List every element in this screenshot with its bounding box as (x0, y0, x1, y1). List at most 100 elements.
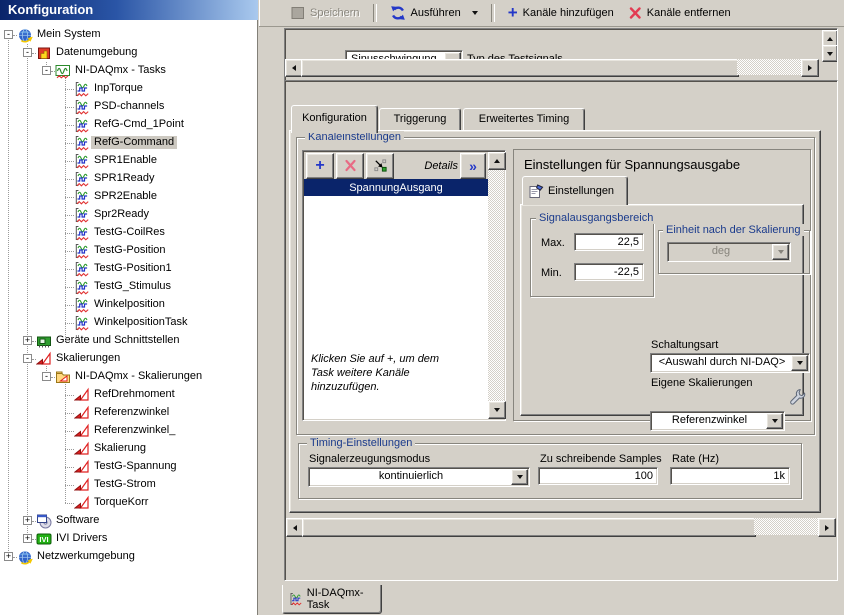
delete-channel-button[interactable] (336, 152, 364, 179)
rate-field[interactable]: 1k (670, 467, 790, 485)
devices-icon (36, 333, 52, 349)
tree-item-label: TestG_Stimulus (94, 280, 172, 292)
combobox-dropdown-button[interactable] (511, 469, 528, 485)
tree-item-mein-system[interactable]: - Mein System (0, 26, 257, 44)
tree-item-refdrehmoment[interactable]: RefDrehmoment (0, 386, 257, 404)
expand-toggle-minus-icon[interactable]: - (23, 48, 32, 57)
remove-channels-button[interactable]: Kanäle entfernen (623, 4, 736, 22)
delete-channel-x-icon (344, 159, 356, 172)
samples-label: Zu schreibende Samples (540, 453, 662, 465)
expand-toggle-plus-icon[interactable]: + (23, 336, 32, 345)
channel-row-selected[interactable]: SpannungAusgang (304, 179, 488, 196)
tree-item-testg-stimulus[interactable]: TestG_Stimulus (0, 278, 257, 296)
min-value-field[interactable]: -22,5 (574, 263, 644, 281)
expand-toggle-plus-icon[interactable]: + (23, 534, 32, 543)
tree-item-spr1ready[interactable]: SPR1Ready (0, 170, 257, 188)
tree-item-refg-command[interactable]: RefG-Command (0, 134, 257, 152)
tree-item-testg-strom[interactable]: TestG-Strom (0, 476, 257, 494)
tree-connector (65, 287, 74, 288)
tree-connector (65, 161, 74, 162)
preview-hscrollbar[interactable] (285, 59, 819, 77)
tree-connector (65, 251, 74, 252)
tree-item-inptorque[interactable]: InpTorque (0, 80, 257, 98)
scaled-unit-combobox[interactable]: deg (667, 242, 791, 262)
channel-name: SpannungAusgang (349, 181, 443, 194)
details-expand-button[interactable]: » (460, 152, 486, 179)
tree-item-winkelposition[interactable]: Winkelposition (0, 296, 257, 314)
add-channel-plus-icon: + (315, 156, 325, 174)
tree-item-ni-daqmx-tasks[interactable]: - NI-DAQmx - Tasks (0, 62, 257, 80)
wiring-combobox[interactable]: <Auswahl durch NI-DAQ> (650, 353, 810, 373)
preview-vscrollbar[interactable] (822, 30, 837, 62)
tree-item-winkelpositiontask[interactable]: WinkelpositionTask (0, 314, 257, 332)
expand-toggle-minus-icon[interactable]: - (42, 372, 51, 381)
tab-einstellungen[interactable]: Einstellungen (522, 176, 628, 205)
tree-item-label: RefDrehmoment (94, 388, 175, 400)
scroll-right-button[interactable] (818, 518, 836, 537)
tree-item-psd-channels[interactable]: PSD-channels (0, 98, 257, 116)
tree-item-referenzwinkel[interactable]: Referenzwinkel_ (0, 422, 257, 440)
custom-scale-combobox[interactable]: Referenzwinkel (650, 411, 785, 431)
main-toolbar: Speichern Ausführen + Kanäle hinzufügen (259, 0, 844, 27)
tree-item-testg-position[interactable]: TestG-Position (0, 242, 257, 260)
tab-konfiguration[interactable]: Konfiguration (291, 105, 378, 133)
scrollbar-thumb[interactable] (302, 518, 756, 537)
tree-item-torquekorr[interactable]: TorqueKorr (0, 494, 257, 512)
expand-toggle-plus-icon[interactable]: + (23, 516, 32, 525)
channel-list-vscrollbar[interactable] (488, 152, 506, 419)
config-hscrollbar[interactable] (286, 518, 836, 537)
edit-scale-button[interactable] (787, 387, 807, 410)
tree-item-software[interactable]: + Software (0, 512, 257, 530)
expand-toggle-minus-icon[interactable]: - (4, 30, 13, 39)
reorder-channels-button[interactable] (366, 152, 394, 179)
tree-item-testg-position1[interactable]: TestG-Position1 (0, 260, 257, 278)
tree-item-testg-spannung[interactable]: TestG-Spannung (0, 458, 257, 476)
save-button[interactable]: Speichern (286, 4, 365, 22)
tree-item-refg-cmd-1point[interactable]: RefG-Cmd_1Point (0, 116, 257, 134)
scrollbar-track[interactable] (737, 59, 801, 75)
tree-item-geräte-und-schnittstellen[interactable]: + Geräte und Schnittstellen (0, 332, 257, 350)
generation-mode-combobox[interactable]: kontinuierlich (308, 467, 530, 487)
channel-list-body[interactable]: Klicken Sie auf +, um dem Task weitere K… (304, 196, 488, 419)
tree-item-spr2enable[interactable]: SPR2Enable (0, 188, 257, 206)
scroll-up-button[interactable] (488, 152, 506, 170)
tree-item-testg-coilres[interactable]: TestG-CoilRes (0, 224, 257, 242)
task-icon (74, 243, 90, 259)
scrollbar-track[interactable] (754, 518, 818, 535)
tab-triggerung[interactable]: Triggerung (379, 108, 461, 132)
expand-toggle-minus-icon[interactable]: - (42, 66, 51, 75)
tree-item-datenumgebung[interactable]: - Datenumgebung (0, 44, 257, 62)
tree-item-referenzwinkel[interactable]: Referenzwinkel (0, 404, 257, 422)
tree-connector (65, 431, 74, 432)
scroll-down-button[interactable] (822, 45, 837, 62)
tree-item-spr1enable[interactable]: SPR1Enable (0, 152, 257, 170)
combobox-dropdown-button[interactable] (791, 355, 808, 371)
timing-group-label: Timing-Einstellungen (307, 437, 416, 449)
combobox-dropdown-button[interactable] (772, 244, 789, 260)
add-channels-button[interactable]: + Kanäle hinzufügen (503, 4, 619, 21)
tree-item-netzwerkumgebung[interactable]: + Netzwerkumgebung (0, 548, 257, 566)
scroll-down-button[interactable] (488, 401, 506, 419)
run-button[interactable]: Ausführen (385, 3, 483, 23)
bottom-tab-label: NI-DAQmx-Task (306, 587, 364, 611)
tree-item-spr2ready[interactable]: Spr2Ready (0, 206, 257, 224)
scrollbar-thumb[interactable] (301, 59, 739, 77)
expand-toggle-plus-icon[interactable]: + (4, 552, 13, 561)
expand-toggle-minus-icon[interactable]: - (23, 354, 32, 363)
add-channel-button[interactable]: + (306, 152, 334, 179)
tab-erweitertes-timing[interactable]: Erweitertes Timing (463, 108, 585, 132)
tree-item-ni-daqmx-skalierungen[interactable]: - NI-DAQmx - Skalierungen (0, 368, 257, 386)
channel-list-hint: Klicken Sie auf +, um dem Task weitere K… (311, 353, 440, 393)
combobox-dropdown-button[interactable] (766, 413, 783, 429)
arrow-down-icon (827, 51, 833, 56)
run-dropdown-arrow-icon[interactable] (471, 11, 478, 15)
tree-item-ivi-drivers[interactable]: + IVI IVI Drivers (0, 530, 257, 548)
bottom-tab-ni-daqmx-task[interactable]: NI-DAQmx-Task (282, 585, 382, 614)
max-value-field[interactable]: 22,5 (574, 233, 644, 251)
voltage-settings-heading: Einstellungen für Spannungsausgabe (524, 157, 741, 172)
tree-item-skalierungen[interactable]: - Skalierungen (0, 350, 257, 368)
scroll-right-button[interactable] (801, 59, 819, 77)
konfiguration-tab-page: Kanaleinstellungen + Details » SpannungA… (289, 130, 821, 513)
samples-field[interactable]: 100 (538, 467, 658, 485)
tree-item-skalierung[interactable]: Skalierung (0, 440, 257, 458)
